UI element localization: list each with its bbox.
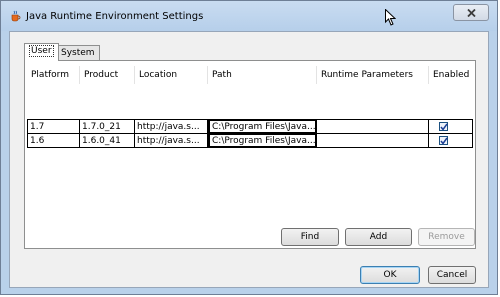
column-header-product[interactable]: Product [80,66,135,84]
window-title: Java Runtime Environment Settings [26,11,204,22]
tab-user-label: User [29,45,54,57]
cell-product[interactable]: 1.6.0_41 [80,133,135,148]
column-header-enabled[interactable]: Enabled [429,66,473,84]
cell-product[interactable]: 1.7.0_21 [80,119,135,134]
dialog-content: User System Platform Product Location Pa… [9,31,489,288]
close-button[interactable] [453,4,489,21]
cell-platform[interactable]: 1.7 [27,119,80,134]
enabled-checkbox[interactable] [439,136,448,145]
column-header-platform[interactable]: Platform [27,66,80,84]
cell-path[interactable]: C:\Program Files\Java... [208,133,317,148]
column-header-runtime-parameters[interactable]: Runtime Parameters [317,66,429,84]
java-cup-icon [9,10,21,22]
cell-runtime-parameters[interactable] [317,119,429,134]
checkmark-icon [440,137,448,145]
cell-enabled [429,133,473,148]
enabled-checkbox[interactable] [439,122,448,131]
cell-location[interactable]: http://java.s... [135,133,208,148]
table-row[interactable]: 1.7 1.7.0_21 http://java.s... C:\Program… [27,119,473,134]
column-header-path[interactable]: Path [208,66,317,84]
ok-button[interactable]: OK [360,266,420,284]
cell-location[interactable]: http://java.s... [135,119,208,134]
title-bar[interactable]: Java Runtime Environment Settings [1,1,497,31]
cell-platform[interactable]: 1.6 [27,133,80,148]
close-icon [467,9,476,17]
table-header: Platform Product Location Path Runtime P… [27,66,473,84]
remove-button[interactable]: Remove [418,228,475,246]
column-header-location[interactable]: Location [135,66,208,84]
mouse-pointer-icon [385,8,397,29]
tab-system[interactable]: System [56,45,100,60]
find-button[interactable]: Find [281,228,339,246]
table-row[interactable]: 1.6 1.6.0_41 http://java.s... C:\Program… [27,133,473,148]
tab-user[interactable]: User [24,43,59,61]
checkmark-icon [440,123,448,131]
cell-path[interactable]: C:\Program Files\Java... [208,119,317,134]
settings-window: Java Runtime Environment Settings User S… [0,0,498,295]
user-tab-panel: Platform Product Location Path Runtime P… [24,60,476,249]
tab-system-label: System [61,48,95,58]
cell-enabled [429,119,473,134]
cell-runtime-parameters[interactable] [317,133,429,148]
add-button[interactable]: Add [345,228,412,246]
cancel-button[interactable]: Cancel [428,266,476,284]
